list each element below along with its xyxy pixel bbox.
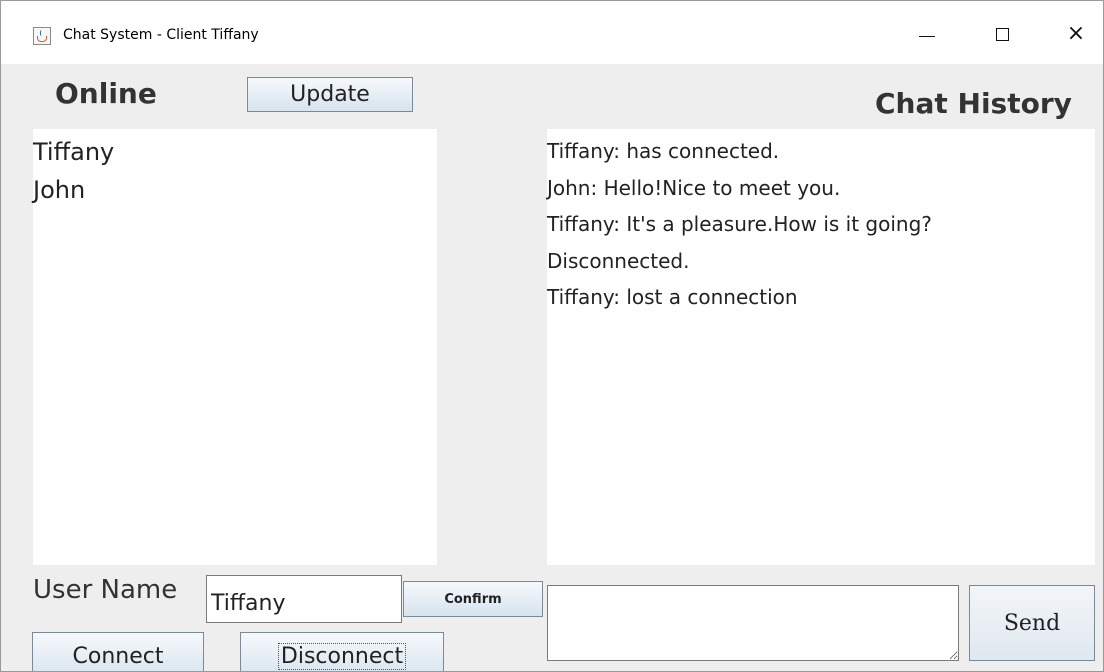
chat-history-label: Chat History xyxy=(875,87,1072,120)
minimize-button[interactable] xyxy=(904,15,950,53)
chat-message: Tiffany: lost a connection xyxy=(547,285,798,309)
close-button[interactable]: × xyxy=(1053,15,1099,53)
minimize-icon xyxy=(919,35,935,37)
maximize-icon xyxy=(995,27,1009,41)
title-bar[interactable]: Chat System - Client Tiffany × xyxy=(1,1,1103,64)
confirm-button[interactable]: Confirm xyxy=(403,581,543,617)
connect-button[interactable]: Connect xyxy=(32,632,204,671)
user-name-label: User Name xyxy=(33,575,178,605)
chat-message: John: Hello!Nice to meet you. xyxy=(547,175,841,200)
chat-window: Chat System - Client Tiffany × Online Up… xyxy=(0,0,1104,672)
close-icon: × xyxy=(1066,21,1086,46)
chat-message: Tiffany: It's a pleasure.How is it going… xyxy=(547,212,932,236)
update-button[interactable]: Update xyxy=(247,77,413,112)
online-user-item[interactable]: Tiffany xyxy=(33,133,437,171)
online-users-list[interactable]: Tiffany John xyxy=(33,129,437,565)
user-name-input[interactable] xyxy=(206,575,402,623)
chat-message: Tiffany: has connected. xyxy=(547,139,780,163)
java-cup-icon xyxy=(33,27,51,45)
send-button[interactable]: Send xyxy=(969,585,1095,661)
online-label: Online xyxy=(55,77,157,110)
window-title: Chat System - Client Tiffany xyxy=(63,27,259,43)
chat-message: Disconnected. xyxy=(547,248,690,273)
disconnect-button[interactable]: Disconnect xyxy=(240,632,444,671)
chat-history-area[interactable]: Tiffany: has connected. John: Hello!Nice… xyxy=(547,129,1095,565)
maximize-button[interactable] xyxy=(979,15,1025,53)
disconnect-button-label: Disconnect xyxy=(277,642,407,670)
online-user-item[interactable]: John xyxy=(33,171,437,209)
message-input[interactable] xyxy=(547,585,959,661)
